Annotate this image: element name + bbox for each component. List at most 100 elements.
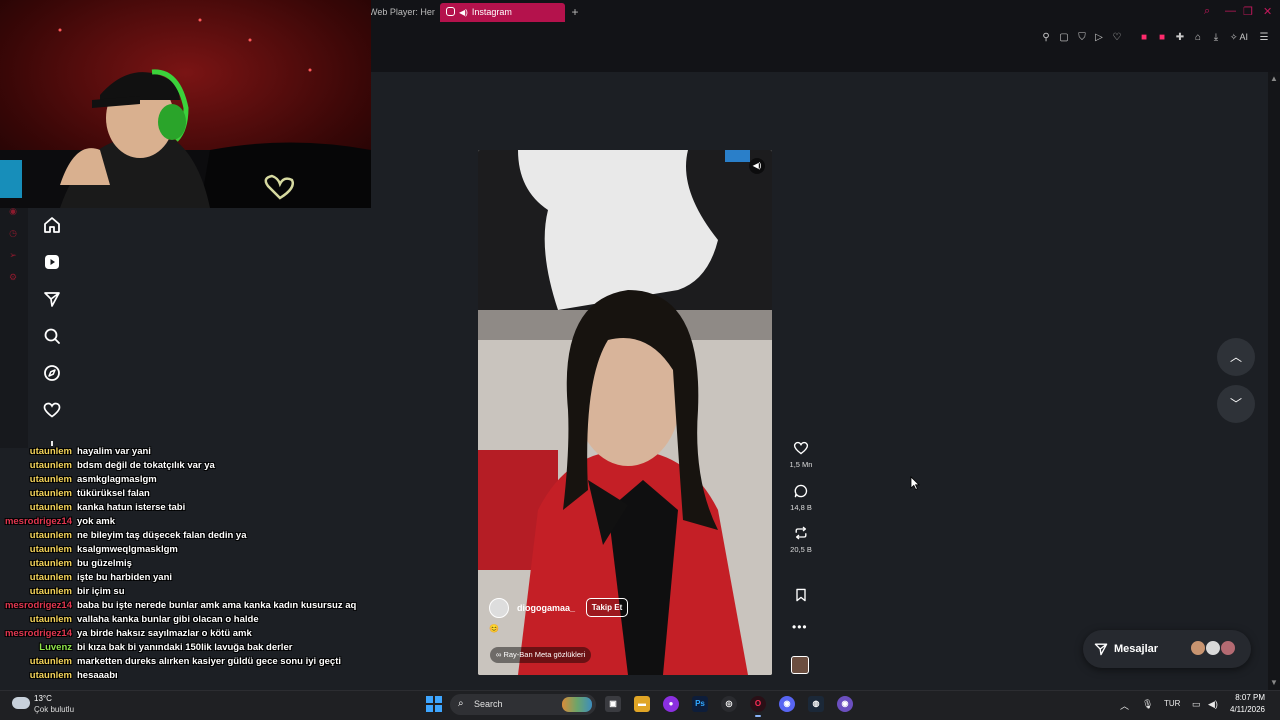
next-reel-button[interactable]: ﹀ <box>1217 385 1255 423</box>
bookmark-icon <box>796 588 806 602</box>
chat-text: bu güzelmiş <box>77 558 132 569</box>
scroll-up-icon[interactable]: ▲ <box>1270 74 1278 83</box>
chat-username[interactable]: utaunlem <box>0 656 72 667</box>
chat-username[interactable]: mesrodrigez14 <box>0 628 72 639</box>
pin-icon[interactable]: ⚲ <box>1040 32 1052 44</box>
shield-icon[interactable]: ⛉ <box>1076 32 1088 44</box>
chat-username[interactable]: utaunlem <box>0 558 72 569</box>
chat-username[interactable]: utaunlem <box>0 488 72 499</box>
chat-message: utaunlem asmkglagmaslgm <box>0 474 370 488</box>
chat-text: baba bu işte nerede bunlar amk ama kanka… <box>77 600 357 611</box>
messages-icon[interactable] <box>42 289 62 309</box>
audio-thumbnail[interactable] <box>791 656 809 674</box>
chat-username[interactable]: utaunlem <box>0 460 72 471</box>
chat-username[interactable]: Luvenz <box>0 642 72 653</box>
extension-icon[interactable]: ■ <box>1156 32 1168 44</box>
browser-sidebar <box>0 208 28 448</box>
chevron-up-icon[interactable]: ︿ <box>1120 699 1129 712</box>
reel-video[interactable] <box>478 150 772 675</box>
discord-icon[interactable]: ◉ <box>779 696 795 712</box>
follow-button[interactable]: Takip Et <box>586 598 628 617</box>
reel-author-avatar[interactable] <box>489 598 509 618</box>
adblock-icon[interactable]: ■ <box>1138 32 1150 44</box>
network-icon[interactable]: ▭ <box>1192 699 1201 710</box>
clock-time[interactable]: 8:07 PM <box>1225 693 1265 702</box>
volume-icon[interactable]: ◀) <box>1208 699 1218 710</box>
clock-date[interactable]: 4/11/2026 <box>1220 705 1265 714</box>
chat-username[interactable]: utaunlem <box>0 446 72 457</box>
chat-username[interactable]: utaunlem <box>0 502 72 513</box>
more-options-icon[interactable]: ••• <box>792 620 808 634</box>
task-view-icon[interactable]: ▣ <box>605 696 621 712</box>
reel-product-tag[interactable]: ∞ Ray-Ban Meta gözlükleri <box>490 647 592 663</box>
chat-username[interactable]: utaunlem <box>0 614 72 625</box>
maximize-icon[interactable]: ❐ <box>1243 5 1253 18</box>
like-button[interactable] <box>789 440 813 460</box>
wallet-icon[interactable]: ⌂ <box>1192 32 1204 44</box>
snapshot-icon[interactable]: ▢ <box>1058 32 1070 44</box>
reels-icon[interactable] <box>42 252 62 272</box>
chat-username[interactable]: utaunlem <box>0 544 72 555</box>
puzzle-icon[interactable]: ✚ <box>1174 32 1186 44</box>
app-icon[interactable]: ● <box>663 696 679 712</box>
tab-instagram[interactable]: ◀) Instagram <box>440 3 565 22</box>
previous-reel-button[interactable]: ︿ <box>1217 338 1255 376</box>
weather-description[interactable]: Çok bulutlu <box>34 705 74 714</box>
chat-text: hesaaabı <box>77 670 118 681</box>
chat-username[interactable]: mesrodrigez14 <box>0 600 72 611</box>
download-icon[interactable]: ⤓ <box>1210 32 1222 44</box>
save-button[interactable] <box>789 587 813 607</box>
history-icon[interactable]: ◷ <box>8 228 18 238</box>
chat-username[interactable]: utaunlem <box>0 474 72 485</box>
steam-icon[interactable]: ◍ <box>808 696 824 712</box>
chat-text: bir içim su <box>77 586 125 597</box>
close-icon[interactable]: ✕ <box>1263 5 1272 18</box>
scroll-down-icon[interactable]: ▼ <box>1270 678 1278 687</box>
app-icon[interactable]: ◉ <box>837 696 853 712</box>
settings-icon[interactable]: ⚙ <box>8 272 18 282</box>
input-language[interactable]: TUR <box>1164 699 1180 708</box>
chat-text: marketten dureks alırken kasiyer güldü g… <box>77 656 341 667</box>
file-explorer-icon[interactable]: ▬ <box>634 696 650 712</box>
chat-username[interactable]: mesrodrigez14 <box>0 516 72 527</box>
chat-text: vallaha kanka bunlar gibi olacan o halde <box>77 614 259 625</box>
explore-icon[interactable] <box>42 363 62 383</box>
windows-start-icon[interactable] <box>426 696 442 712</box>
tab-instagram-label: Instagram <box>471 7 512 17</box>
chat-username[interactable]: utaunlem <box>0 586 72 597</box>
photoshop-icon[interactable]: Ps <box>692 696 708 712</box>
chat-message: utaunlem hayalim var yani <box>0 446 370 460</box>
mute-toggle-icon[interactable]: ◀) <box>749 158 765 174</box>
webcam-overlay <box>0 0 371 208</box>
minimize-icon[interactable]: — <box>1225 5 1236 17</box>
repost-button[interactable] <box>789 525 813 545</box>
chat-username[interactable]: utaunlem <box>0 530 72 541</box>
comment-button[interactable] <box>789 483 813 503</box>
chat-message: utaunlem bdsm değil de tokatçılık var ya <box>0 460 370 474</box>
tab-web-player[interactable]: Web Player: Her <box>369 3 435 22</box>
notifications-icon[interactable] <box>42 400 62 420</box>
chrome-icon[interactable]: ◎ <box>721 696 737 712</box>
search-icon[interactable] <box>42 326 62 346</box>
chat-username[interactable]: utaunlem <box>0 670 72 681</box>
new-tab-button[interactable]: + <box>569 4 581 20</box>
opera-gx-icon[interactable]: O <box>750 696 766 717</box>
like-count: 1,5 Mn <box>789 460 813 469</box>
heart-icon[interactable]: ♡ <box>1111 32 1123 44</box>
chat-text: kanka hatun isterse tabi <box>77 502 186 513</box>
search-icon[interactable]: ⌕ <box>1204 5 1210 18</box>
cloud-icon[interactable] <box>12 697 30 709</box>
reel-author-username[interactable]: diogogamaa_ <box>517 603 575 613</box>
microphone-icon[interactable]: 🎙 <box>1142 699 1153 710</box>
chat-message: utaunlem ne bileyim taş düşecek falan ded… <box>0 530 370 544</box>
menu-icon[interactable]: ☰ <box>1258 32 1270 44</box>
ai-button[interactable]: ✧ AI <box>1230 32 1248 43</box>
weather-temperature[interactable]: 13°C <box>34 694 52 703</box>
play-icon[interactable]: ▷ <box>1093 32 1105 44</box>
messages-label: Mesajlar <box>1114 643 1159 655</box>
chat-username[interactable]: utaunlem <box>0 572 72 583</box>
create-icon[interactable] <box>42 438 62 446</box>
home-icon[interactable] <box>42 215 62 235</box>
scrollbar[interactable] <box>1268 72 1280 690</box>
send-icon[interactable]: ➢ <box>8 250 18 260</box>
